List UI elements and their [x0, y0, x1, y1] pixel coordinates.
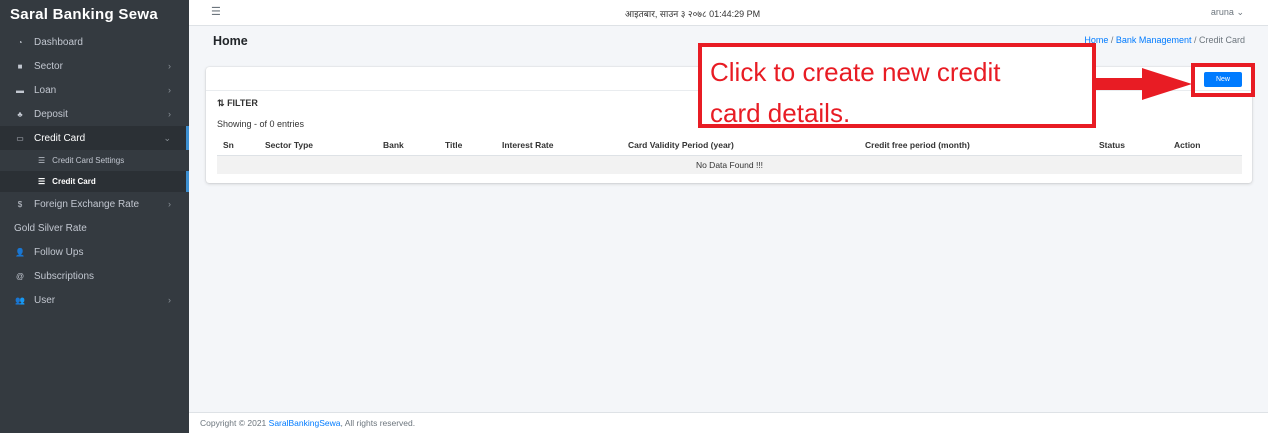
breadcrumb: Home / Bank Management / Credit Card	[1084, 35, 1245, 45]
chevron-right-icon: ›	[168, 295, 171, 305]
sidebar-item-label: Deposit	[34, 108, 68, 120]
user-plus-icon: 👤	[15, 247, 25, 257]
sidebar-item-label: Loan	[34, 84, 57, 96]
sector-icon: ■	[17, 61, 23, 71]
user-menu[interactable]: aruna ⌄	[1211, 7, 1244, 18]
column-header-card-validity-period[interactable]: Card Validity Period (year)	[628, 140, 734, 150]
chevron-right-icon: ›	[168, 109, 171, 119]
sidebar-item-sector[interactable]: ■ Sector ›	[0, 54, 189, 78]
footer-link[interactable]: SaralBankingSewa	[269, 418, 341, 428]
column-header-sn[interactable]: Sn	[223, 140, 234, 150]
annotation-arrow	[1094, 68, 1192, 100]
annotation-callout: Click to create new credit card details.	[698, 43, 1096, 128]
sidebar: Saral Banking Sewa ◔ Dashboard ■ Sector …	[0, 0, 189, 433]
column-header-title[interactable]: Title	[445, 140, 462, 150]
sidebar-item-credit-card[interactable]: ▭ Credit Card ⌄	[0, 126, 189, 150]
sidebar-item-label: Credit Card	[34, 132, 86, 144]
entries-info: Showing - of 0 entries	[217, 119, 305, 129]
sidebar-subitem-credit-card-settings[interactable]: ☰ Credit Card Settings	[0, 150, 189, 171]
table-header: Sn Sector Type Bank Title Interest Rate …	[217, 137, 1242, 155]
deposit-icon: ♣	[17, 109, 23, 119]
sidebar-item-gold-silver-rate[interactable]: Gold Silver Rate	[0, 216, 189, 240]
filter-label: FILTER	[227, 98, 258, 108]
top-navbar: ☰ आइतबार, साउन ३ २०७८ 01:44:29 PM aruna …	[189, 0, 1268, 26]
sidebar-subitem-label: Credit Card	[52, 177, 96, 186]
sidebar-item-label: Dashboard	[34, 36, 83, 48]
breadcrumb-current: Credit Card	[1198, 35, 1245, 45]
sidebar-item-label: Foreign Exchange Rate	[34, 198, 140, 210]
hamburger-menu-icon[interactable]: ☰	[211, 5, 221, 18]
column-header-status[interactable]: Status	[1099, 140, 1125, 150]
credit-card-icon: ▭	[16, 133, 24, 143]
column-header-bank[interactable]: Bank	[383, 140, 404, 150]
sidebar-item-dashboard[interactable]: ◔ Dashboard	[0, 30, 189, 54]
filter-toggle[interactable]: ⇅ FILTER	[217, 98, 258, 109]
sidebar-item-foreign-exchange-rate[interactable]: $ Foreign Exchange Rate ›	[0, 192, 189, 216]
page-title: Home	[213, 34, 248, 48]
copyright-text: Copyright © 2021	[200, 418, 267, 428]
list-icon: ☰	[38, 156, 46, 165]
filter-icon: ⇅	[217, 98, 225, 108]
sidebar-item-label: Follow Ups	[34, 246, 84, 258]
chevron-down-icon: ⌄	[163, 132, 171, 143]
sidebar-item-loan[interactable]: ▬ Loan ›	[0, 78, 189, 102]
dollar-icon: $	[17, 199, 23, 209]
sidebar-item-subscriptions[interactable]: @ Subscriptions	[0, 264, 189, 288]
active-indicator	[186, 126, 189, 150]
annotation-button-highlight	[1191, 63, 1255, 97]
sidebar-item-follow-ups[interactable]: 👤 Follow Ups	[0, 240, 189, 264]
column-header-interest-rate[interactable]: Interest Rate	[502, 140, 554, 150]
sidebar-item-label: Sector	[34, 60, 63, 72]
sidebar-item-user[interactable]: 👥 User ›	[0, 288, 189, 312]
column-header-sector-type[interactable]: Sector Type	[265, 140, 313, 150]
chevron-down-icon: ⌄	[1236, 7, 1244, 17]
empty-table-message: No Data Found !!!	[217, 155, 1242, 174]
brand-title[interactable]: Saral Banking Sewa	[0, 0, 189, 30]
dashboard-icon: ◔	[17, 37, 23, 47]
active-indicator	[186, 171, 189, 192]
annotation-line-1: Click to create new credit	[710, 57, 1001, 87]
list-icon: ☰	[38, 177, 46, 186]
chevron-right-icon: ›	[168, 199, 171, 209]
chevron-right-icon: ›	[168, 61, 171, 71]
date-time: आइतबार, साउन ३ २०७८ 01:44:29 PM	[625, 9, 761, 19]
sidebar-subitem-credit-card[interactable]: ☰ Credit Card	[0, 171, 189, 192]
sidebar-item-deposit[interactable]: ♣ Deposit ›	[0, 102, 189, 126]
user-name: aruna	[1210, 7, 1234, 17]
sidebar-item-label: User	[34, 294, 56, 306]
loan-icon: ▬	[16, 85, 24, 95]
column-header-action[interactable]: Action	[1174, 140, 1200, 150]
at-icon: @	[15, 271, 25, 281]
column-header-credit-free-period[interactable]: Credit free period (month)	[865, 140, 970, 150]
sidebar-subitem-label: Credit Card Settings	[52, 156, 125, 165]
sidebar-item-label: Subscriptions	[34, 270, 95, 282]
sidebar-item-label: Gold Silver Rate	[14, 222, 87, 234]
chevron-right-icon: ›	[168, 85, 171, 95]
users-icon: 👥	[15, 295, 25, 305]
footer-suffix: , All rights reserved.	[340, 418, 416, 428]
footer: Copyright © 2021 SaralBankingSewa, All r…	[189, 412, 1268, 433]
annotation-line-2: card details.	[710, 98, 851, 128]
breadcrumb-bank-management[interactable]: Bank Management	[1116, 35, 1192, 45]
